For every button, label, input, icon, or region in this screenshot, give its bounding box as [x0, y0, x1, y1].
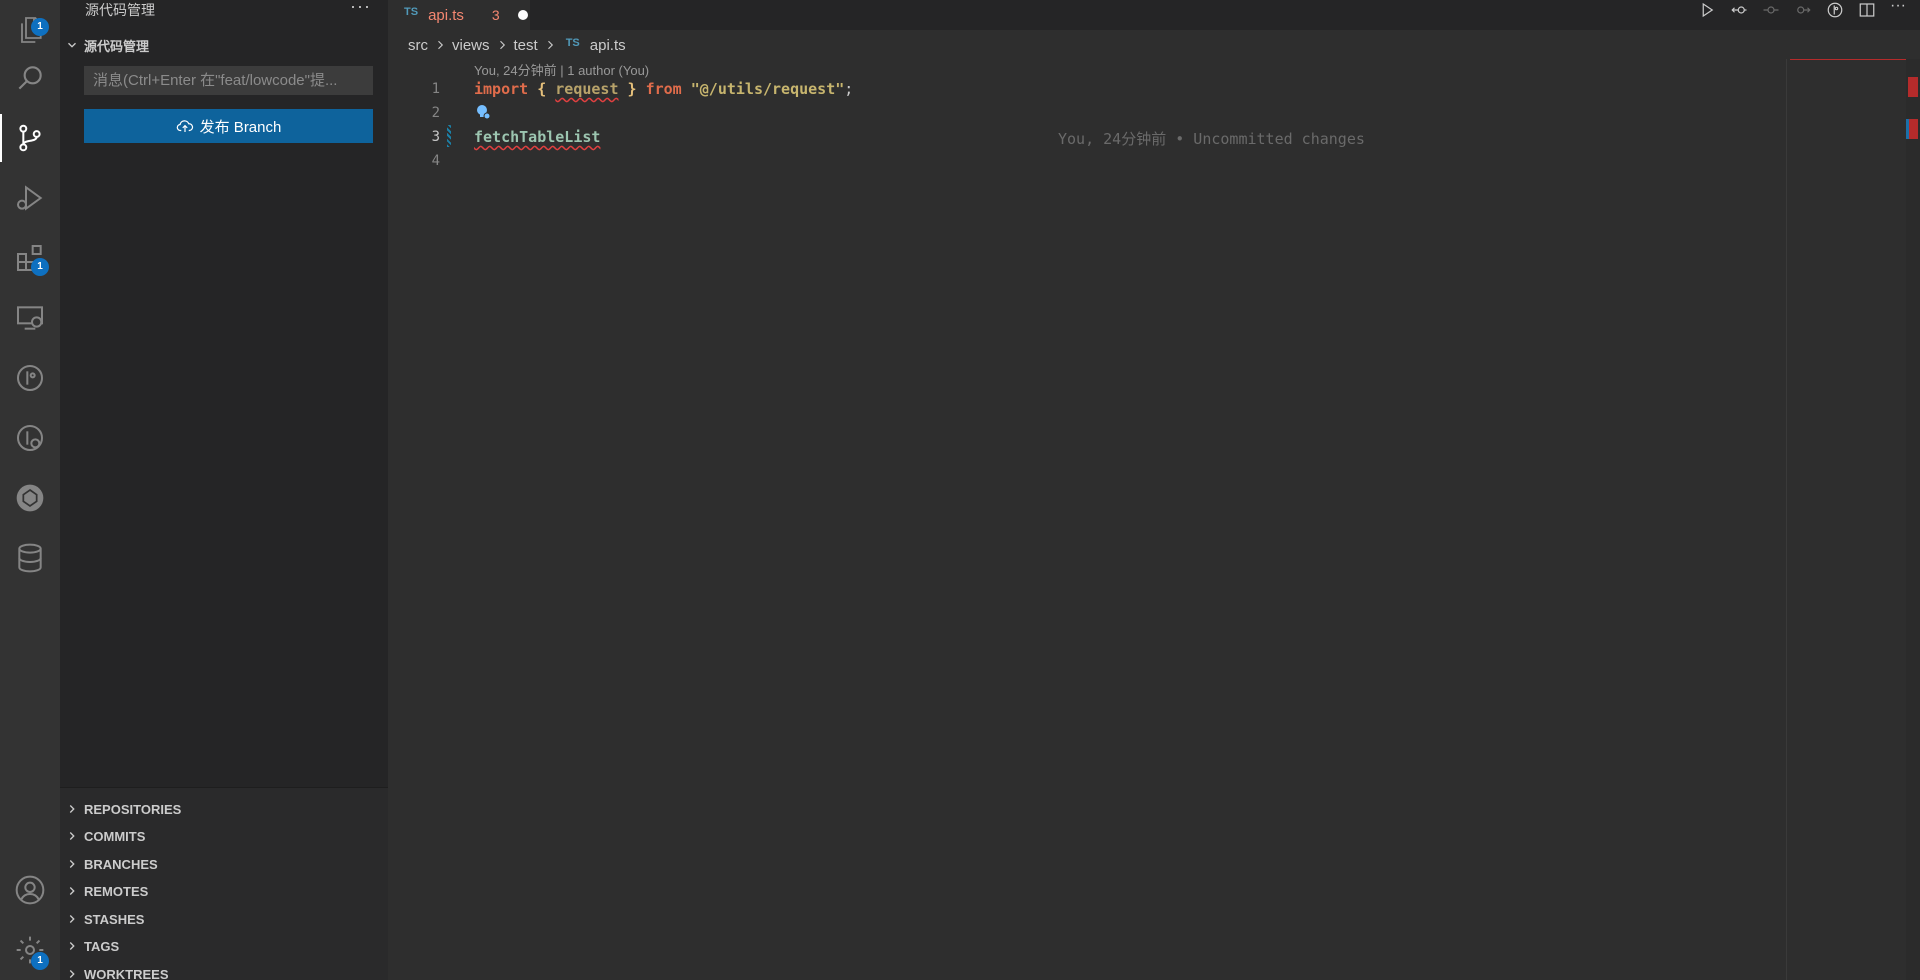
unsaved-dot-icon[interactable] — [517, 10, 528, 20]
minimap-error-line — [1790, 59, 1906, 60]
change-marker — [1906, 119, 1909, 139]
next-change-icon[interactable] — [1794, 1, 1812, 19]
publish-branch-button[interactable]: 发布 Branch — [84, 109, 373, 143]
overview-ruler[interactable] — [1906, 59, 1920, 980]
source-control-icon — [19, 124, 41, 152]
line-number: 4 — [431, 153, 440, 169]
more-editor-actions-button[interactable]: ··· — [1890, 0, 1906, 15]
lightbulb-icon[interactable] — [474, 103, 492, 121]
chevron-right-icon — [69, 805, 75, 813]
gitlens-button[interactable] — [0, 348, 60, 408]
previous-change-icon[interactable] — [1730, 1, 1748, 19]
gitlens-icon — [17, 365, 43, 391]
line-number: 2 — [431, 105, 440, 121]
tree-item-label: COMMITS — [84, 828, 146, 844]
tree-item-label: BRANCHES — [84, 856, 158, 872]
tree-item-label: REMOTES — [84, 883, 149, 899]
search-button[interactable] — [0, 48, 60, 108]
run-debug-icon — [17, 185, 43, 211]
tree-item-label: REPOSITORIES — [84, 801, 182, 817]
cloud-upload-icon — [176, 120, 193, 132]
codelens-blame[interactable]: You, 24分钟前 | 1 author (You) — [474, 60, 649, 79]
breadcrumb-item-test[interactable]: test — [514, 37, 538, 54]
tree-item-tags[interactable]: TAGS — [60, 933, 388, 959]
run-debug-button[interactable] — [0, 168, 60, 228]
more-actions-button[interactable]: ··· — [350, 0, 371, 17]
section-title: 源代码管理 — [84, 38, 150, 54]
line-number: 3 — [431, 129, 440, 145]
settings-badge: 1 — [31, 952, 49, 970]
gitlens-inspect-button[interactable] — [0, 408, 60, 468]
tab-bar: TS api.ts 3 ··· — [388, 0, 1920, 30]
tree-item-label: WORKTREES — [84, 966, 169, 980]
breadcrumb-item-src[interactable]: src — [408, 37, 428, 54]
tree-item-label: STASHES — [84, 911, 145, 927]
activity-bar: 1 1 1 — [0, 0, 60, 980]
database-button[interactable] — [0, 528, 60, 588]
chevron-right-icon — [69, 887, 75, 895]
gitlens-compare-icon[interactable] — [1826, 1, 1844, 19]
section-header-source-control[interactable]: 源代码管理 — [60, 34, 388, 56]
typescript-file-icon: TS — [404, 6, 419, 18]
tab-label: api.ts — [428, 6, 464, 24]
breadcrumb-item-views[interactable]: views — [452, 37, 490, 54]
gitlens-inspect-icon — [17, 425, 43, 451]
gitlens-tree-panel: REPOSITORIES COMMITS BRANCHES REMOTES ST… — [60, 787, 388, 980]
chevron-right-icon — [69, 832, 75, 840]
tree-item-branches[interactable]: BRANCHES — [60, 851, 388, 877]
chevron-right-icon — [69, 970, 75, 978]
extensions-badge: 1 — [31, 258, 49, 276]
run-icon[interactable] — [1698, 1, 1716, 19]
breadcrumb-item-file[interactable]: api.ts — [590, 37, 626, 54]
remote-explorer-button[interactable] — [0, 288, 60, 348]
dirty-diff-indicator[interactable] — [447, 125, 451, 147]
inline-blame-annotation: You, 24分钟前 • Uncommitted changes — [1058, 130, 1365, 148]
minimap-border — [1786, 59, 1787, 980]
chevron-right-icon — [438, 40, 444, 50]
tree-item-repositories[interactable]: REPOSITORIES — [60, 796, 388, 822]
chevron-right-icon — [499, 40, 505, 50]
code-line[interactable]: import { request } from "@/utils/request… — [474, 80, 853, 98]
tab-api-ts[interactable]: TS api.ts 3 — [388, 0, 530, 30]
source-control-button[interactable] — [0, 108, 60, 168]
tree-item-stashes[interactable]: STASHES — [60, 906, 388, 932]
chevron-right-icon — [69, 915, 75, 923]
sidebar-title: 源代码管理 — [85, 2, 155, 18]
split-editor-icon[interactable] — [1858, 1, 1876, 19]
explorer-badge: 1 — [31, 18, 49, 36]
error-marker — [1908, 77, 1918, 97]
tree-item-label: TAGS — [84, 938, 120, 954]
source-control-sidebar: 源代码管理 ··· 源代码管理 发布 Branch REPOSITORIES C… — [60, 0, 388, 980]
chevron-right-icon — [69, 942, 75, 950]
error-marker — [1908, 119, 1918, 139]
problem-count: 3 — [491, 7, 500, 23]
code-line[interactable]: fetchTableList — [474, 128, 600, 146]
chevron-right-icon — [69, 860, 75, 868]
accounts-button[interactable] — [0, 860, 60, 920]
extensions-button[interactable]: 1 — [0, 228, 60, 288]
line-number: 1 — [431, 81, 440, 97]
chevron-right-icon — [547, 40, 553, 50]
chevron-down-icon — [68, 42, 76, 48]
search-icon — [18, 66, 42, 90]
remote-explorer-icon — [17, 306, 43, 330]
publish-branch-label: 发布 Branch — [199, 118, 282, 136]
account-icon — [15, 875, 45, 905]
codepen-icon — [16, 484, 44, 512]
tree-item-remotes[interactable]: REMOTES — [60, 878, 388, 904]
tree-item-worktrees[interactable]: WORKTREES — [60, 961, 388, 980]
manage-button[interactable]: 1 — [0, 920, 60, 980]
typescript-file-icon: TS — [565, 37, 580, 49]
tree-item-commits[interactable]: COMMITS — [60, 823, 388, 849]
codepen-button[interactable] — [0, 468, 60, 528]
commit-message-input[interactable] — [84, 66, 373, 95]
commit-icon[interactable] — [1762, 1, 1780, 19]
editor-toolbar: ··· — [1698, 0, 1906, 20]
breadcrumb: src views test TS api.ts — [408, 34, 626, 56]
editor-group: TS api.ts 3 ··· src views test TS api.ts… — [388, 0, 1920, 980]
database-icon — [18, 543, 42, 573]
